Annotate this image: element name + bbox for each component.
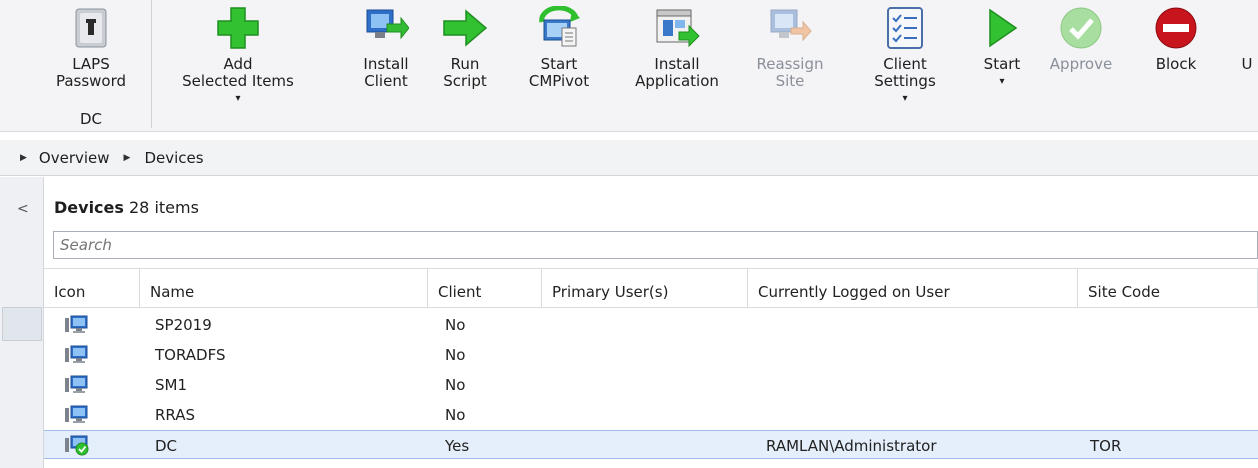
install-client-button[interactable]: Install Client	[351, 0, 421, 128]
column-header-primary-users[interactable]: Primary User(s)	[542, 269, 748, 308]
computer-icon	[64, 340, 88, 369]
device-name: RRAS	[155, 406, 196, 424]
navigation-pane-collapsed: <	[0, 177, 44, 468]
collapse-left-icon[interactable]: <	[17, 201, 29, 217]
column-header-client[interactable]: Client	[428, 269, 542, 308]
install-application-icon	[653, 4, 701, 52]
ribbon-group-separator	[151, 0, 152, 128]
install-client-label-1: Install	[363, 55, 409, 73]
logged-on-user: RAMLAN\Administrator	[766, 437, 937, 455]
devices-table: Icon Name Client Primary User(s) Current…	[44, 268, 1258, 468]
client-status: No	[445, 316, 466, 334]
start-cmpivot-button[interactable]: Start CMPivot	[516, 0, 602, 128]
device-name: DC	[155, 437, 178, 455]
table-row[interactable]: SM1 No	[44, 370, 1258, 399]
table-row[interactable]: SP2019 No	[44, 310, 1258, 339]
device-name: SP2019	[155, 316, 212, 334]
reassign-label-2: Site	[775, 72, 805, 90]
add-selected-items-button[interactable]: Add Selected Items ▾	[172, 0, 304, 128]
green-plus-icon	[214, 4, 262, 52]
triangle-right-icon[interactable]: ▶	[20, 153, 27, 163]
breadcrumb-overview[interactable]: Overview	[39, 149, 110, 167]
site-code: TOR	[1090, 437, 1122, 455]
chevron-down-icon: ▾	[235, 93, 241, 104]
breadcrumb-devices[interactable]: Devices	[144, 149, 203, 167]
client-settings-button[interactable]: Client Settings ▾	[855, 0, 955, 128]
client-status: No	[445, 346, 466, 364]
chevron-down-icon: ▾	[999, 76, 1005, 87]
block-label: Block	[1155, 55, 1197, 73]
add-label-1: Add	[223, 55, 253, 73]
column-header-logged-on-user[interactable]: Currently Logged on User	[748, 269, 1078, 308]
device-name: SM1	[155, 376, 188, 394]
run-script-button[interactable]: Run Script	[436, 0, 494, 128]
run-script-label-2: Script	[443, 72, 487, 90]
approve-button[interactable]: Approve	[1040, 0, 1122, 128]
install-application-button[interactable]: Install Application	[615, 0, 739, 128]
search-input[interactable]	[53, 231, 1258, 259]
install-app-label-1: Install	[654, 55, 700, 73]
device-name: TORADFS	[155, 346, 226, 364]
triangle-right-icon[interactable]: ▶	[124, 153, 131, 163]
checklist-icon	[881, 4, 929, 52]
managed-computer-icon	[64, 431, 90, 460]
start-cmpivot-label-2: CMPivot	[528, 72, 590, 90]
truncated-label: U	[1241, 55, 1253, 73]
block-button[interactable]: Block	[1142, 0, 1210, 128]
computer-icon	[64, 400, 88, 429]
cmpivot-icon	[535, 4, 583, 52]
client-settings-label-1: Client	[883, 55, 927, 73]
client-status: No	[445, 376, 466, 394]
panel-title-text: Devices	[54, 198, 124, 217]
reassign-site-icon	[766, 4, 814, 52]
table-row[interactable]: TORADFS No	[44, 340, 1258, 369]
lock-icon	[67, 4, 115, 52]
computer-icon	[64, 310, 88, 339]
install-client-icon	[362, 4, 410, 52]
start-cmpivot-label-1: Start	[540, 55, 578, 73]
laps-password-button[interactable]: LAPS Password DC	[50, 0, 132, 128]
play-icon	[978, 4, 1026, 52]
client-status: No	[445, 406, 466, 424]
table-header: Icon Name Client Primary User(s) Current…	[44, 268, 1258, 308]
laps-label-2: Password	[55, 72, 127, 90]
ribbon: LAPS Password DC Add Selected Items ▾ Inst…	[0, 0, 1258, 132]
block-icon	[1152, 4, 1200, 52]
navigation-selected-item[interactable]	[2, 307, 42, 341]
truncated-ribbon-button[interactable]: U	[1236, 0, 1258, 128]
client-settings-label-2: Settings	[874, 72, 936, 90]
table-row-selected[interactable]: DC Yes RAMLAN\Administrator TOR	[44, 430, 1258, 459]
laps-label-1: LAPS	[72, 55, 110, 73]
client-status: Yes	[445, 437, 470, 455]
start-button[interactable]: Start ▾	[978, 0, 1026, 128]
reassign-label-1: Reassign	[756, 55, 824, 73]
table-row[interactable]: RRAS No	[44, 400, 1258, 429]
chevron-down-icon: ▾	[902, 93, 908, 104]
column-header-icon[interactable]: Icon	[44, 269, 140, 308]
reassign-site-button[interactable]: Reassign Site	[750, 0, 830, 128]
truncated-icon	[1236, 4, 1258, 52]
start-label: Start	[983, 55, 1021, 73]
column-header-name[interactable]: Name	[140, 269, 428, 308]
add-label-2: Selected Items	[182, 72, 294, 90]
column-header-site-code[interactable]: Site Code	[1078, 269, 1258, 308]
install-app-label-2: Application	[635, 72, 719, 90]
install-client-label-2: Client	[364, 72, 408, 90]
run-script-label-1: Run	[450, 55, 480, 73]
approve-label: Approve	[1049, 55, 1113, 73]
green-arrow-right-icon	[441, 4, 489, 52]
breadcrumb: ▶ Overview ▶ Devices	[0, 140, 1258, 176]
ribbon-group-label: DC	[79, 110, 103, 128]
item-count: 28 items	[129, 198, 199, 217]
page-title: Devices 28 items	[54, 198, 199, 217]
computer-icon	[64, 370, 88, 399]
checkmark-circle-icon	[1057, 4, 1105, 52]
